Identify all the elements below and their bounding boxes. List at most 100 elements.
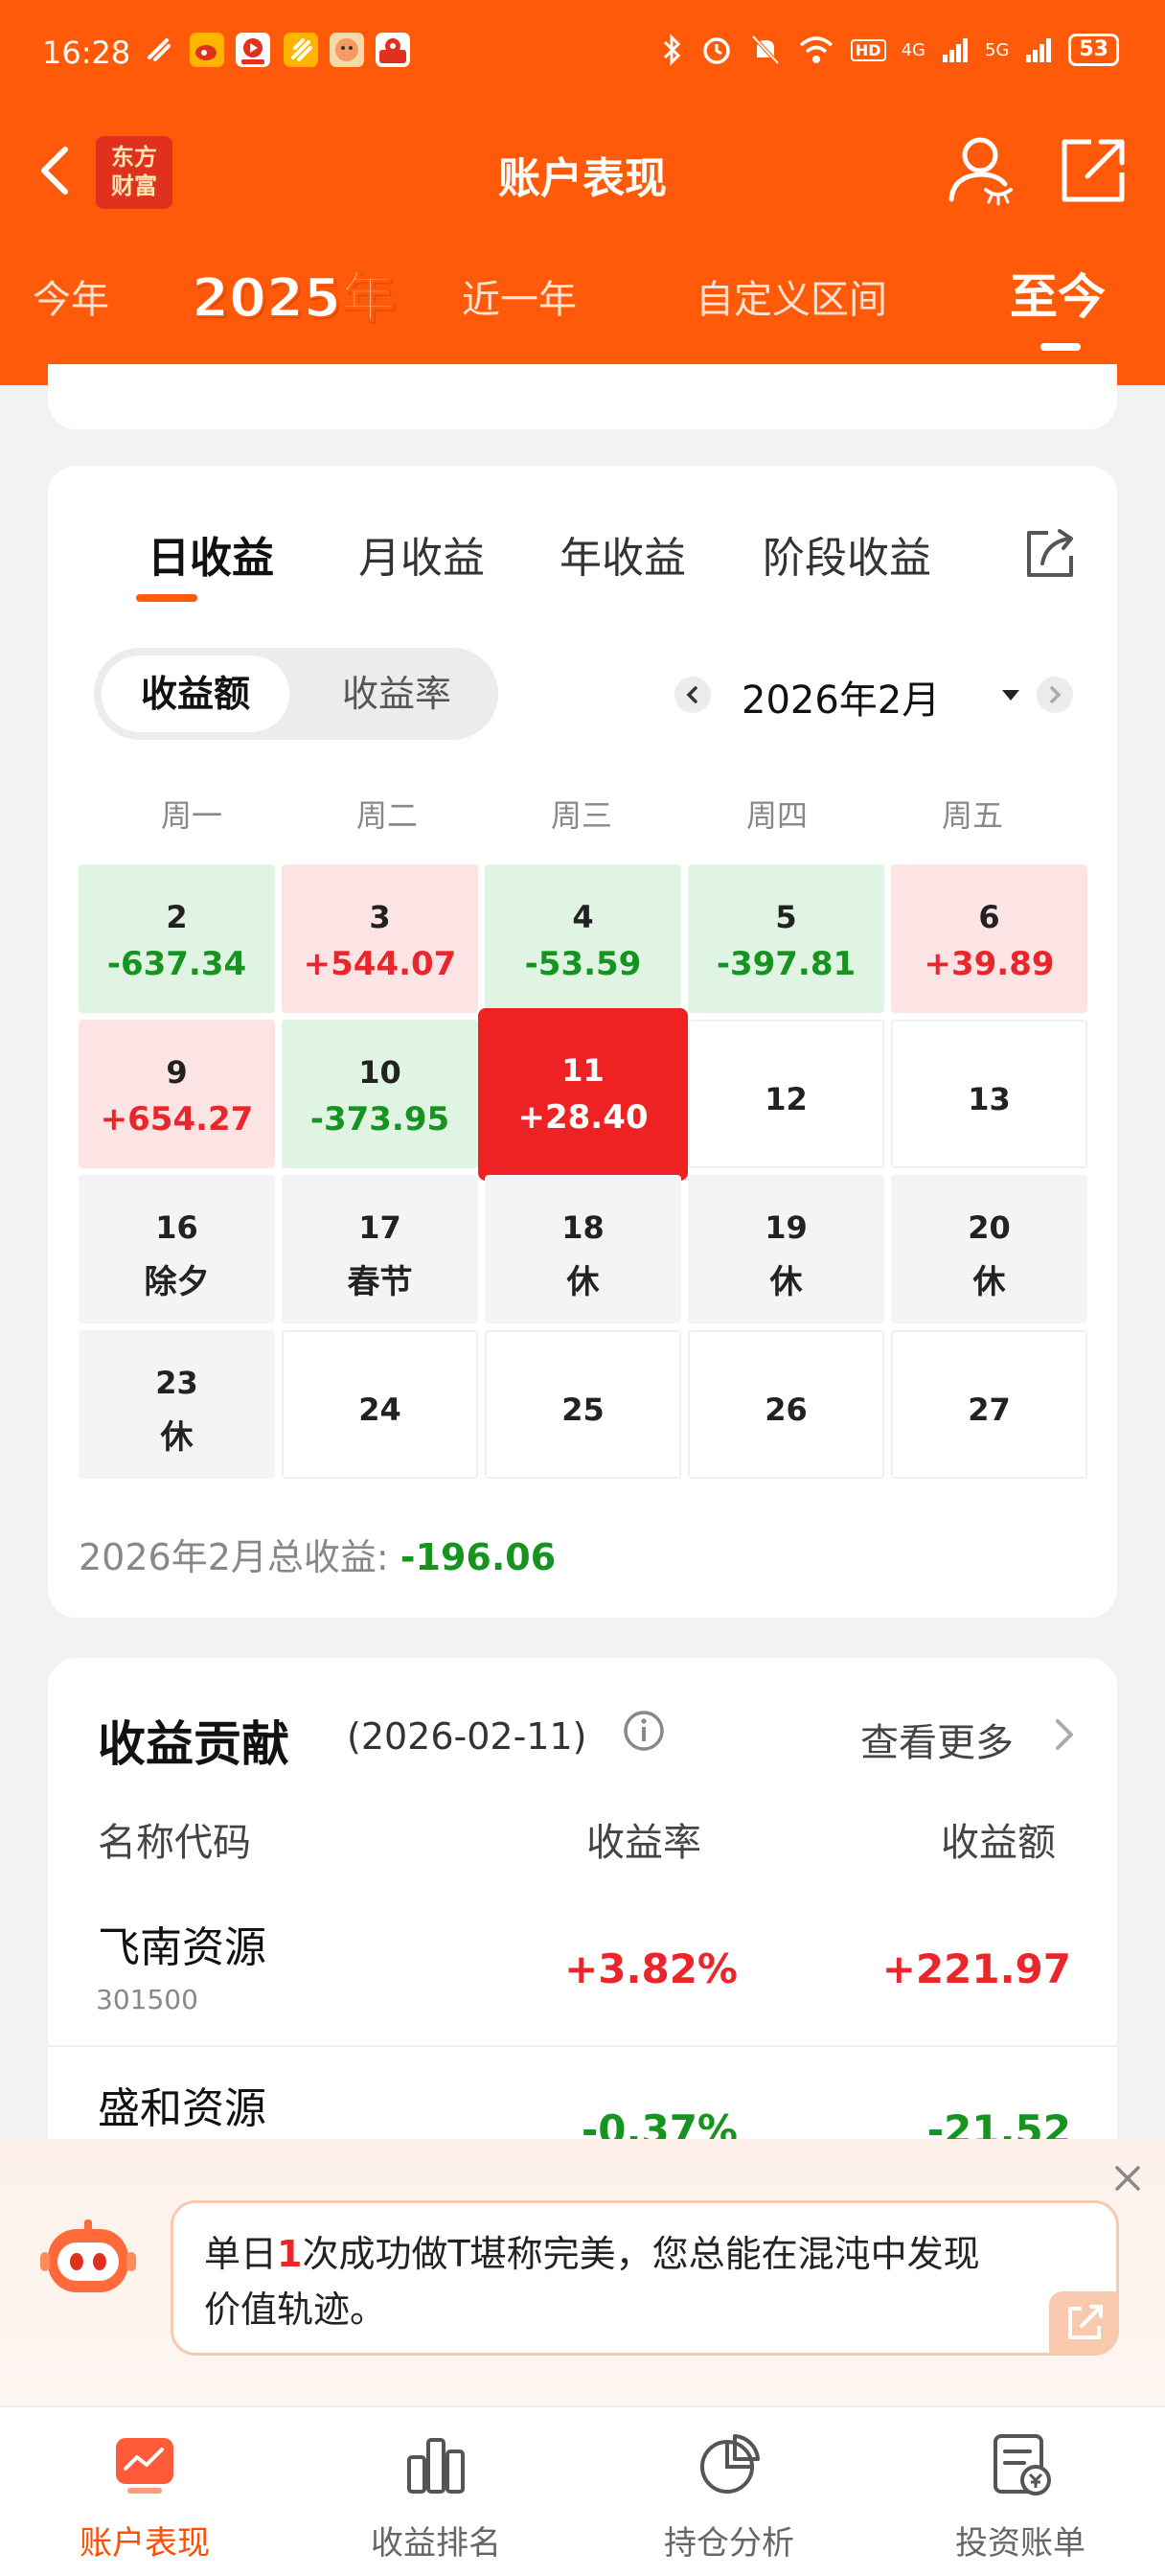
column-header-name: 名称代码 xyxy=(98,1821,251,1865)
nav-account-performance[interactable]: 账户表现 xyxy=(25,2430,264,2564)
robot-avatar-icon xyxy=(40,2216,136,2302)
export-button[interactable] xyxy=(1021,525,1079,583)
day-number: 9 xyxy=(166,1054,188,1091)
toggle-amount[interactable]: 收益额 xyxy=(102,656,289,732)
calendar-day[interactable]: 5 -397.81 xyxy=(688,864,884,1013)
nav-investment-bill[interactable]: 投资账单 xyxy=(901,2430,1140,2564)
toggle-rate[interactable]: 收益率 xyxy=(303,656,491,732)
nav-label: 账户表现 xyxy=(80,2524,210,2563)
tab-this-year[interactable]: 今年 xyxy=(33,268,109,324)
stock-return-amount: +221.97 xyxy=(881,1945,1071,1992)
caret-down-icon[interactable] xyxy=(1002,690,1019,701)
calendar-day[interactable]: 19 休 xyxy=(688,1175,884,1323)
video-app-icon xyxy=(236,33,270,67)
contribution-date: (2026-02-11) xyxy=(347,1715,587,1758)
earnings-tabs: 日收益 月收益 年收益 阶段收益 xyxy=(100,523,1039,590)
prev-month-button[interactable] xyxy=(674,677,711,713)
share-icon xyxy=(1062,139,1125,202)
calendar-day[interactable]: 18 休 xyxy=(485,1175,681,1323)
holiday-label: 除夕 xyxy=(144,1263,210,1301)
alarm-icon xyxy=(703,37,730,64)
ai-tip-panel: 单日1次成功做T堪称完美，您总能在混沌中发现价值轨迹。 xyxy=(0,2139,1165,2409)
calendar-day[interactable]: 9 +654.27 xyxy=(79,1020,275,1168)
game-app-icon xyxy=(330,33,364,67)
stock-code: 301500 xyxy=(96,1984,198,2015)
battery-indicator: 53 xyxy=(1068,34,1119,66)
status-time: 16:28 xyxy=(42,34,131,71)
period-tabs: 今年 2025年 近一年 自定义区间 至今 xyxy=(0,259,1165,351)
day-value: +28.40 xyxy=(517,1098,649,1137)
day-number: 11 xyxy=(561,1052,605,1089)
nav-holdings-analysis[interactable]: 持仓分析 xyxy=(609,2430,849,2564)
calendar-day[interactable]: 2 -637.34 xyxy=(79,864,275,1013)
calendar-day-selected[interactable]: 11 +28.40 xyxy=(478,1008,688,1181)
day-number: 12 xyxy=(765,1081,808,1117)
pie-chart-icon xyxy=(700,2434,760,2494)
tab-custom-range[interactable]: 自定义区间 xyxy=(696,268,887,324)
next-month-button[interactable] xyxy=(1037,677,1073,713)
account-switch-button[interactable] xyxy=(944,130,1017,207)
holiday-label: 休 xyxy=(160,1418,194,1457)
month-total: 2026年2月总收益: -196.06 xyxy=(79,1528,556,1580)
day-number: 20 xyxy=(968,1209,1011,1246)
row-divider xyxy=(48,2045,1117,2047)
tab-last-year[interactable]: 近一年 xyxy=(462,268,577,324)
nav-label: 投资账单 xyxy=(955,2524,1085,2563)
day-value: +39.89 xyxy=(924,945,1055,983)
info-icon[interactable] xyxy=(621,1708,667,1754)
bottom-navigation: 账户表现 收益排名 持仓分析 投资账单 xyxy=(0,2405,1165,2576)
stock-name: 飞南资源 xyxy=(98,1923,266,1972)
tab-period-earnings[interactable]: 阶段收益 xyxy=(763,523,931,585)
map-app-icon xyxy=(376,33,410,67)
day-number: 23 xyxy=(155,1365,198,1401)
wifi-icon xyxy=(799,36,834,63)
calendar-day[interactable]: 12 xyxy=(688,1020,884,1168)
share-button[interactable] xyxy=(1059,136,1128,205)
weekday-label: 周五 xyxy=(941,797,1003,834)
calendar-day[interactable]: 16 除夕 xyxy=(79,1175,275,1323)
day-value: +544.07 xyxy=(303,945,457,983)
nav-bar: 账户表现 东方财富 xyxy=(0,125,1165,220)
month-label[interactable]: 2026年2月 xyxy=(742,669,940,724)
tab-yearly-earnings[interactable]: 年收益 xyxy=(560,523,686,585)
tab-daily-earnings[interactable]: 日收益 xyxy=(148,523,274,585)
nav-earnings-ranking[interactable]: 收益排名 xyxy=(316,2430,556,2564)
tab-to-date[interactable]: 至今 xyxy=(1010,259,1106,328)
status-indicators: HD 4G 5G 53 xyxy=(661,33,1119,67)
app-header: 16:28 HD 4G 5G 53 账户表现 东方财富 今年 2025年 近一年… xyxy=(0,0,1165,385)
calendar-day[interactable]: 4 -53.59 xyxy=(485,864,681,1013)
status-bar: 16:28 HD 4G 5G 53 xyxy=(0,27,1165,84)
stock-name: 盛和资源 xyxy=(98,2084,266,2133)
calendar-day[interactable]: 24 xyxy=(282,1330,478,1479)
calendar-day[interactable]: 27 xyxy=(891,1330,1087,1479)
month-total-label: 2026年2月总收益: xyxy=(79,1536,389,1578)
calendar-day[interactable]: 6 +39.89 xyxy=(891,864,1087,1013)
calendar-day[interactable]: 25 xyxy=(485,1330,681,1479)
performance-chart-icon xyxy=(116,2438,173,2494)
summary-card xyxy=(48,364,1117,429)
chevron-right-icon[interactable] xyxy=(1048,1715,1081,1754)
calendar-day[interactable]: 20 休 xyxy=(891,1175,1087,1323)
tip-share-button[interactable] xyxy=(1049,2291,1118,2353)
tab-year-2025[interactable]: 2025年 xyxy=(191,255,396,333)
calendar-day[interactable]: 10 -373.95 xyxy=(282,1020,478,1168)
day-number: 6 xyxy=(978,899,1000,935)
mute-icon xyxy=(751,34,780,65)
active-tab-indicator xyxy=(136,594,197,602)
back-button[interactable] xyxy=(33,142,80,199)
close-icon[interactable] xyxy=(1111,2162,1144,2195)
calendar-day[interactable]: 3 +544.07 xyxy=(282,864,478,1013)
signal-icon xyxy=(1026,38,1052,62)
calendar-day[interactable]: 17 春节 xyxy=(282,1175,478,1323)
calendar-day[interactable]: 13 xyxy=(891,1020,1087,1168)
calendar-day[interactable]: 26 xyxy=(688,1330,884,1479)
day-number: 16 xyxy=(155,1209,198,1246)
tab-monthly-earnings[interactable]: 月收益 xyxy=(358,523,485,585)
day-number: 17 xyxy=(358,1209,401,1246)
view-more-link[interactable]: 查看更多 xyxy=(860,1712,1014,1767)
day-number: 10 xyxy=(358,1054,401,1091)
calendar-day[interactable]: 23 休 xyxy=(79,1330,275,1479)
column-header-amount: 收益额 xyxy=(941,1821,1056,1865)
day-number: 19 xyxy=(765,1209,808,1246)
network-4g-label: 4G xyxy=(901,39,925,60)
